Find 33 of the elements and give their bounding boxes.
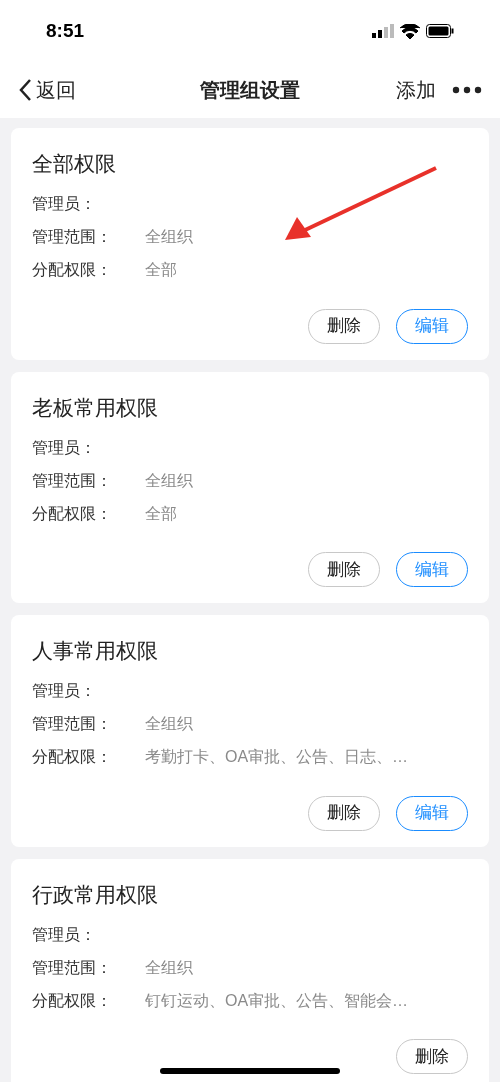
- signal-icon: [372, 24, 394, 38]
- back-button[interactable]: 返回: [18, 75, 76, 105]
- add-button[interactable]: 添加: [396, 75, 436, 105]
- field-label: 管理范围：: [32, 470, 113, 491]
- card-title: 老板常用权限: [32, 394, 159, 421]
- field-value: 全组织: [145, 714, 193, 734]
- card-title: 行政常用权限: [32, 881, 159, 908]
- field-value: 全组织: [145, 957, 193, 978]
- more-icon[interactable]: [452, 86, 482, 94]
- card-title: 全部权限: [32, 151, 117, 177]
- field-label: 分配权限：: [32, 260, 113, 280]
- field-label: 分配权限：: [32, 990, 113, 1011]
- field-label: 管理员：: [32, 437, 97, 458]
- field-label: 管理范围：: [32, 714, 113, 734]
- field-value: 全组织: [145, 227, 193, 247]
- field-value: 全组织: [145, 470, 193, 491]
- card-title: 人事常用权限: [32, 638, 159, 664]
- field-label: 管理员：: [32, 924, 97, 945]
- field-label: 管理范围：: [32, 957, 113, 978]
- wifi-icon: [400, 23, 420, 39]
- field-label: 分配权限：: [32, 503, 113, 524]
- field-label: 管理员：: [32, 194, 97, 214]
- back-chevron-icon: [18, 78, 32, 102]
- field-value: 全部: [145, 503, 177, 524]
- status-time: 8:51: [46, 18, 85, 43]
- field-label: 管理员：: [32, 681, 97, 701]
- field-value: 钉钉运动、OA审批、公告、智能会…: [145, 990, 409, 1011]
- page-title: 管理组设置: [200, 78, 300, 103]
- field-label: 管理范围：: [32, 227, 113, 247]
- field-label: 分配权限：: [32, 747, 113, 767]
- field-value: 全部: [145, 260, 177, 280]
- battery-icon: [426, 24, 454, 38]
- field-value: 考勤打卡、OA审批、公告、日志、…: [145, 747, 409, 767]
